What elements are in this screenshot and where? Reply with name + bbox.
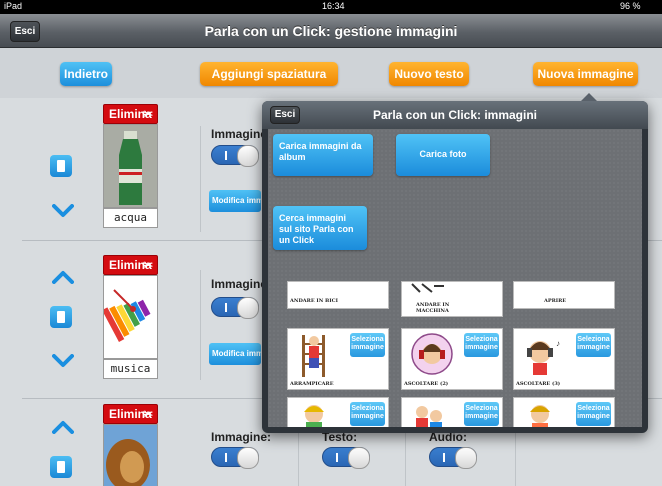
image-toggle[interactable] xyxy=(211,145,259,167)
edit-image-button[interactable]: Modifica immagine xyxy=(209,343,261,365)
move-up-icon[interactable] xyxy=(52,420,74,434)
popover-header: Esci Parla con un Click: immagini xyxy=(262,101,648,129)
image-card[interactable]: Seleziona immagine xyxy=(401,397,503,427)
scissors-icon: ✂ xyxy=(142,258,153,272)
document-icon[interactable] xyxy=(50,456,72,478)
select-image-button[interactable]: Seleziona immagine xyxy=(350,402,385,426)
document-icon[interactable] xyxy=(50,306,72,328)
delete-button[interactable]: Elimina ✂ xyxy=(103,404,158,424)
image-card[interactable]: APRIRE xyxy=(513,281,615,309)
document-icon[interactable] xyxy=(50,155,72,177)
new-text-button[interactable]: Nuovo testo xyxy=(389,62,469,86)
new-image-button[interactable]: Nuova immagine xyxy=(533,62,638,86)
card-caption: APRIRE xyxy=(544,298,567,304)
load-from-album-button[interactable]: Carica immagini da album xyxy=(273,134,373,176)
image-toggle[interactable] xyxy=(211,447,259,469)
image-source-popover: Esci Parla con un Click: immagini Carica… xyxy=(262,93,648,433)
column-divider xyxy=(298,428,299,486)
battery-level: 96 % xyxy=(620,1,641,11)
card-caption: ANDARE IN MACCHINA xyxy=(416,302,450,314)
add-spacing-button[interactable]: Aggiungi spaziatura xyxy=(200,62,338,86)
popover-title: Parla con un Click: immagini xyxy=(372,108,538,122)
device-name: iPad xyxy=(4,1,23,11)
search-site-button[interactable]: Cerca immagini sul sito Parla con un Cli… xyxy=(273,206,367,250)
move-down-icon[interactable] xyxy=(52,354,74,368)
column-divider xyxy=(405,428,406,486)
image-label: Immagine: xyxy=(211,430,272,444)
clock: 16:34 xyxy=(322,1,345,11)
image-card[interactable]: ASCOLTARE (2) Seleziona immagine xyxy=(401,328,503,390)
column-divider xyxy=(200,270,201,380)
card-caption: ARRAMPICARE xyxy=(290,381,334,387)
image-card[interactable]: Seleziona immagine xyxy=(513,397,615,427)
load-photo-button[interactable]: Carica foto xyxy=(396,134,490,176)
card-picture xyxy=(411,283,444,293)
move-down-icon[interactable] xyxy=(52,204,74,218)
climbing-picture xyxy=(302,335,325,377)
image-card[interactable]: ANDARE IN MACCHINA xyxy=(401,281,503,317)
text-toggle[interactable] xyxy=(322,447,370,469)
select-image-button[interactable]: Seleziona immagine xyxy=(464,402,499,426)
image-card[interactable]: ♪ ASCOLTARE (3) Seleziona immagine xyxy=(513,328,615,390)
audio-toggle[interactable] xyxy=(429,447,477,469)
image-thumbnail xyxy=(102,275,158,359)
image-caption: acqua xyxy=(103,208,158,228)
scissors-icon: ✂ xyxy=(142,407,153,421)
svg-text:♪: ♪ xyxy=(556,339,560,348)
select-image-button[interactable]: Seleziona immagine xyxy=(350,333,385,357)
card-caption: ASCOLTARE (3) xyxy=(516,381,561,387)
navigation-bar: Esci Parla con un Click: gestione immagi… xyxy=(0,14,662,48)
image-thumbnail xyxy=(103,124,158,208)
image-thumbnail xyxy=(103,424,158,486)
listening-picture: ♪ xyxy=(527,339,560,375)
popover-content: Carica immagini da album Carica foto Cer… xyxy=(268,129,642,427)
image-caption: musica xyxy=(103,359,158,379)
image-card[interactable]: ANDARE IN BICI xyxy=(287,281,389,309)
delete-button[interactable]: Elimina ✂ xyxy=(103,255,158,275)
image-card[interactable]: ARRAMPICARE Seleziona immagine xyxy=(287,328,389,390)
image-toggle[interactable] xyxy=(211,297,259,319)
card-picture xyxy=(304,405,324,427)
image-card[interactable]: Seleziona immagine xyxy=(287,397,389,427)
scissors-icon: ✂ xyxy=(142,107,153,121)
edit-image-button[interactable]: Modifica immagine xyxy=(209,190,261,212)
card-picture xyxy=(530,405,550,427)
listening-picture xyxy=(411,333,453,375)
move-up-icon[interactable] xyxy=(52,270,74,284)
xylophone-picture xyxy=(102,276,157,358)
page-title: Parla con un Click: gestione immagini xyxy=(204,23,458,39)
back-button[interactable]: Indietro xyxy=(60,62,112,86)
select-image-button[interactable]: Seleziona immagine xyxy=(576,402,611,426)
card-picture xyxy=(416,406,442,427)
card-caption: ASCOLTARE (2) xyxy=(404,381,449,387)
status-bar: iPad 16:34 96 % xyxy=(0,0,662,14)
select-image-button[interactable]: Seleziona immagine xyxy=(464,333,499,357)
column-divider xyxy=(515,428,516,486)
column-divider xyxy=(200,126,201,232)
delete-button[interactable]: Elimina ✂ xyxy=(103,104,158,124)
select-image-button[interactable]: Seleziona immagine xyxy=(576,333,611,357)
water-bottle-picture xyxy=(104,125,157,207)
card-caption: ANDARE IN BICI xyxy=(290,298,338,304)
lion-picture xyxy=(104,425,157,486)
